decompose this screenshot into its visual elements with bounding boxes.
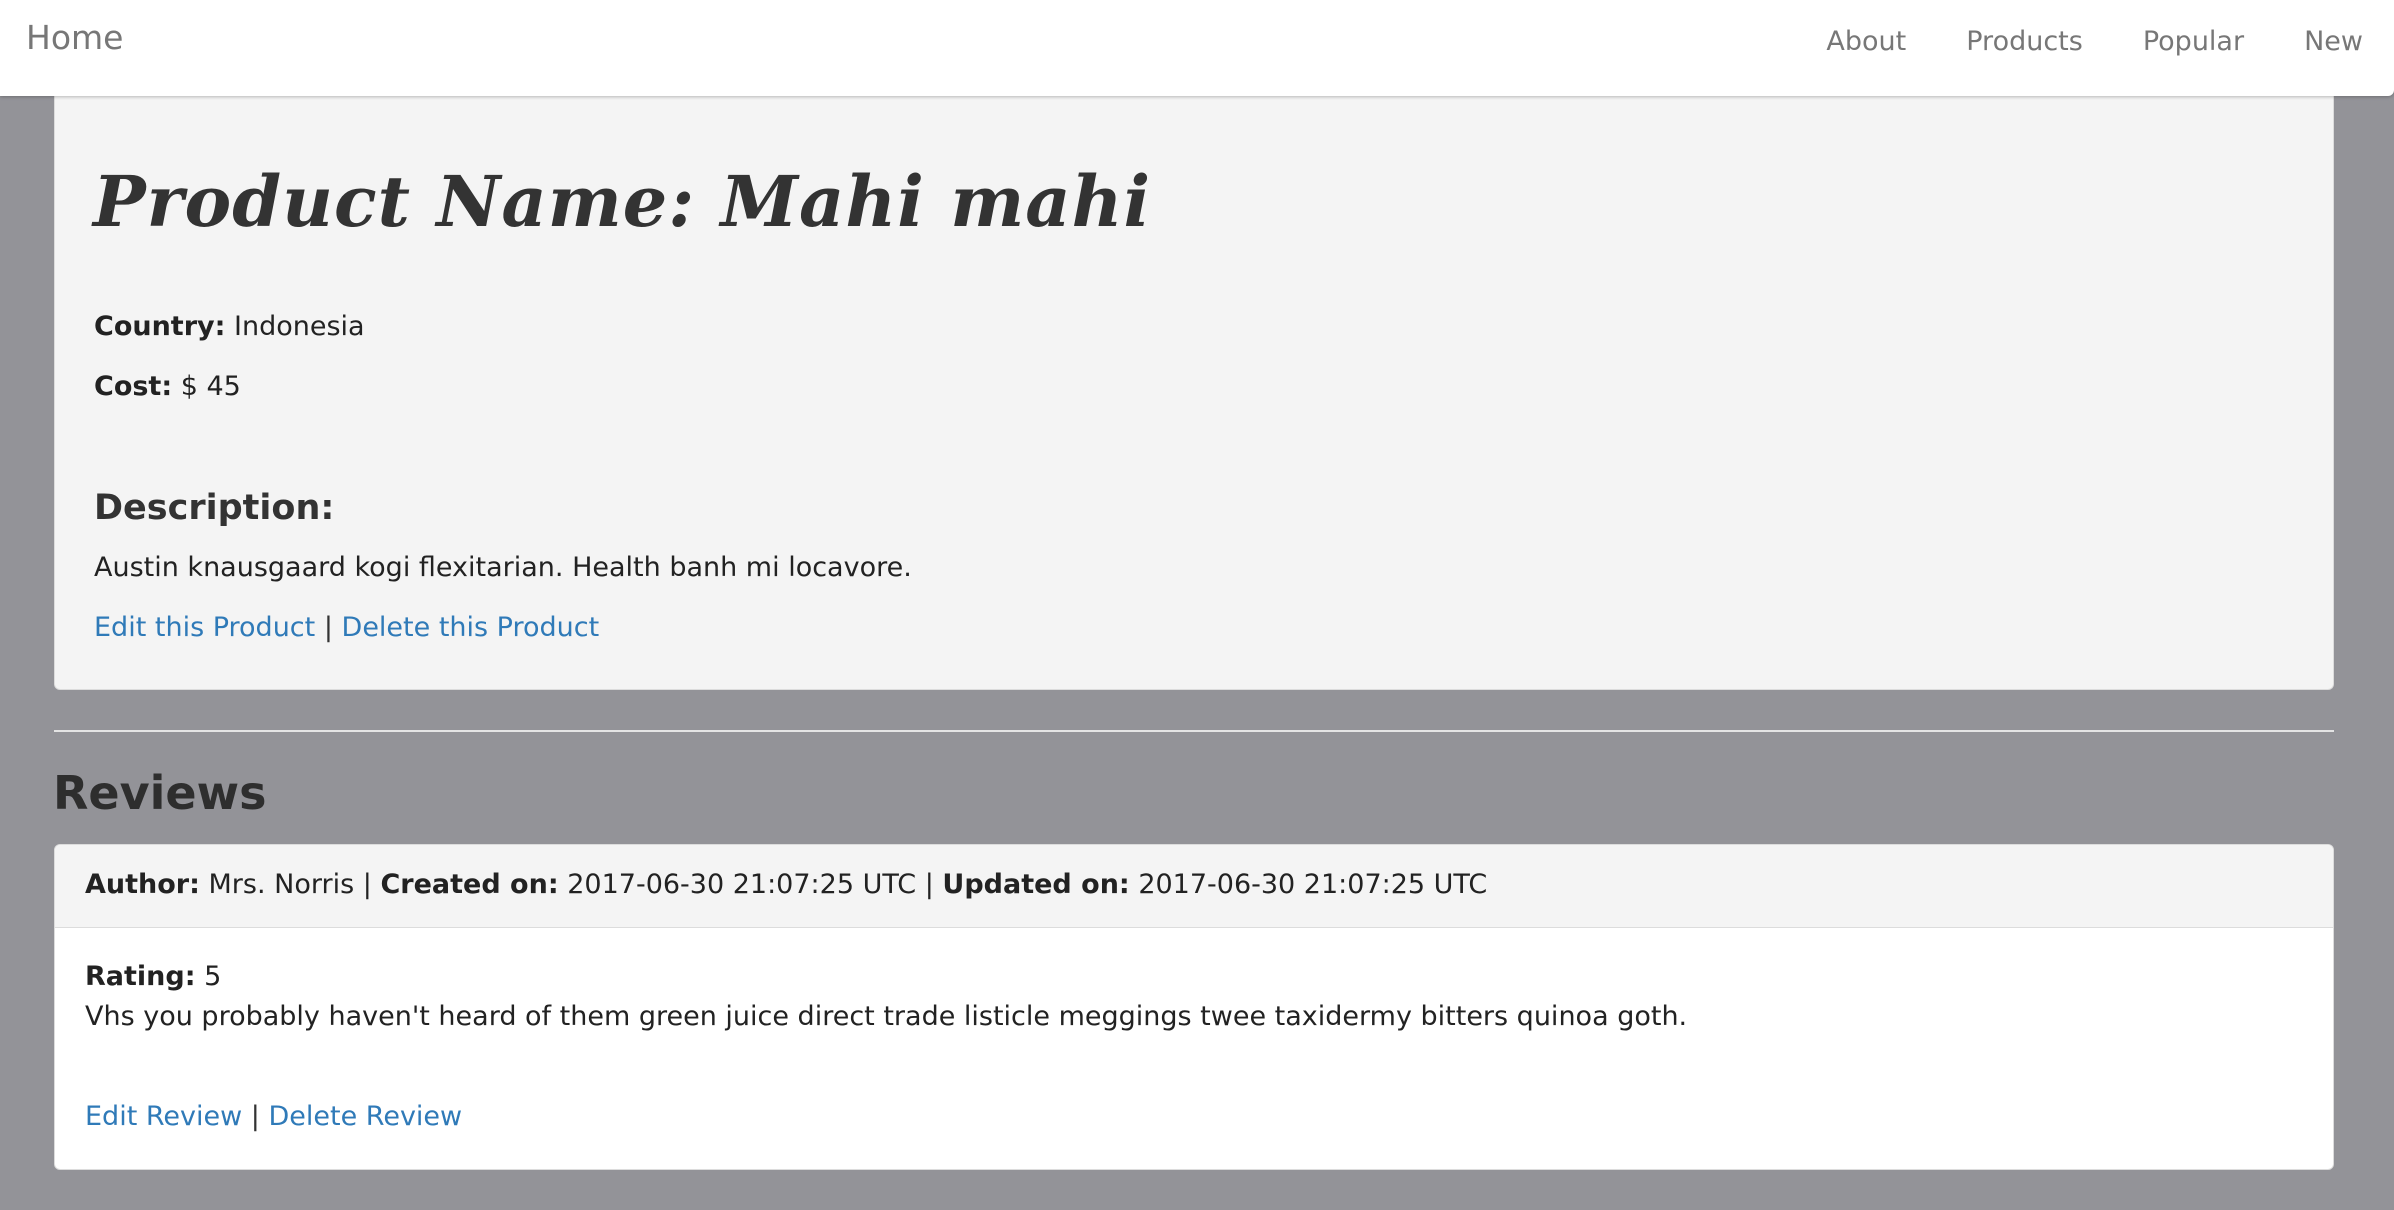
rating-label: Rating:	[85, 961, 196, 992]
nav-new-link[interactable]: New	[2304, 26, 2363, 57]
delete-review-link[interactable]: Delete Review	[269, 1101, 463, 1132]
nav-products-link[interactable]: Products	[1966, 26, 2083, 57]
country-value: Indonesia	[234, 311, 365, 342]
author-label: Author:	[85, 869, 200, 900]
review-rating: Rating: 5	[85, 961, 221, 992]
review-meta: Author: Mrs. Norris | Created on: 2017-0…	[55, 845, 2333, 928]
meta-separator: |	[924, 869, 934, 900]
product-cost: Cost: $ 45	[94, 371, 241, 402]
edit-review-link[interactable]: Edit Review	[85, 1101, 242, 1132]
nav-links: About Products Popular New	[1826, 26, 2363, 57]
description-heading: Description:	[94, 488, 335, 528]
author-value: Mrs. Norris	[208, 869, 355, 900]
review-text: Vhs you probably haven't heard of them g…	[85, 1001, 1688, 1032]
country-label: Country:	[94, 311, 226, 342]
product-title: Product Name: Mahi mahi	[93, 160, 1152, 243]
updated-value: 2017-06-30 21:07:25 UTC	[1138, 869, 1488, 900]
cost-value: $ 45	[180, 371, 241, 402]
nav-about-link[interactable]: About	[1826, 26, 1906, 57]
section-divider	[54, 730, 2334, 732]
rating-value: 5	[204, 961, 222, 992]
action-separator: |	[323, 612, 333, 643]
action-separator: |	[250, 1101, 260, 1132]
updated-label: Updated on:	[942, 869, 1130, 900]
product-panel: Product Name: Mahi mahi Country: Indones…	[54, 90, 2334, 690]
cost-label: Cost:	[94, 371, 173, 402]
nav-popular-link[interactable]: Popular	[2143, 26, 2244, 57]
top-navbar: Home About Products Popular New	[0, 0, 2394, 96]
edit-product-link[interactable]: Edit this Product	[94, 612, 315, 643]
created-value: 2017-06-30 21:07:25 UTC	[567, 869, 917, 900]
product-country: Country: Indonesia	[94, 311, 365, 342]
meta-separator: |	[362, 869, 372, 900]
reviews-heading: Reviews	[53, 766, 267, 820]
review-card: Author: Mrs. Norris | Created on: 2017-0…	[54, 844, 2334, 1170]
product-actions: Edit this Product | Delete this Product	[94, 612, 599, 643]
home-link[interactable]: Home	[26, 18, 123, 57]
description-text: Austin knausgaard kogi flexitarian. Heal…	[94, 552, 912, 583]
review-actions: Edit Review | Delete Review	[85, 1101, 462, 1132]
created-label: Created on:	[380, 869, 559, 900]
delete-product-link[interactable]: Delete this Product	[342, 612, 600, 643]
